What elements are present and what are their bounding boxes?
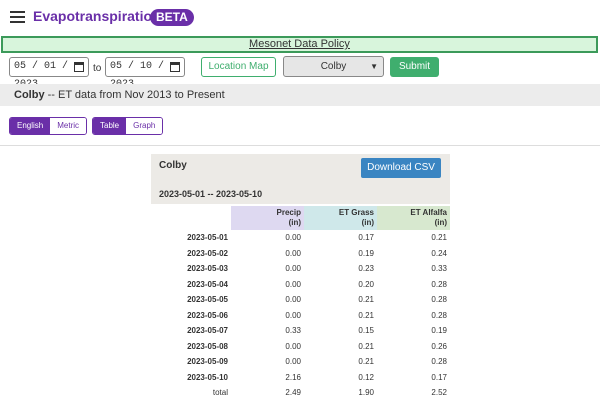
row-precip: 0.00 — [285, 295, 301, 305]
row-et-alfalfa: 0.28 — [431, 279, 447, 289]
row-precip: 0.00 — [285, 310, 301, 320]
english-button[interactable]: English — [10, 118, 51, 134]
row-et-grass: 0.21 — [358, 295, 374, 305]
row-et-grass: 0.23 — [358, 264, 374, 274]
station-name: Colby — [14, 89, 45, 101]
row-et-alfalfa: 0.26 — [431, 341, 447, 351]
row-precip: 2.16 — [285, 372, 301, 382]
app-title: Evapotranspiration — [33, 8, 161, 24]
table-row: 2023-05-05 0.00 0.21 0.28 — [151, 292, 450, 308]
table-header-row: Precip (in) ET Grass (in) ET Alfalfa (in) — [151, 206, 450, 230]
row-et-alfalfa: 0.17 — [431, 372, 447, 382]
results-card-header: Colby Download CSV 2023-05-01 -- 2023-05… — [151, 154, 450, 204]
view-toggle: Table Graph — [92, 117, 164, 135]
total-et-grass: 1.90 — [358, 388, 374, 398]
row-et-grass: 0.12 — [358, 372, 374, 382]
metric-button[interactable]: Metric — [50, 118, 87, 134]
row-date: 2023-05-03 — [187, 264, 228, 274]
station-info-bar: Colby -- ET data from Nov 2013 to Presen… — [0, 84, 600, 106]
start-date-input[interactable]: 05 / 01 / 2023 — [9, 57, 89, 90]
row-et-alfalfa: 0.28 — [431, 310, 447, 320]
graph-view-button[interactable]: Graph — [126, 118, 163, 134]
table-row: 2023-05-07 0.33 0.15 0.19 — [151, 323, 450, 339]
row-et-alfalfa: 0.28 — [431, 357, 447, 367]
row-date: 2023-05-09 — [187, 357, 228, 367]
row-et-alfalfa: 0.33 — [431, 264, 447, 274]
row-et-grass: 0.21 — [358, 310, 374, 320]
table-row: 2023-05-01 0.00 0.17 0.21 — [151, 230, 450, 246]
calendar-icon[interactable] — [170, 62, 180, 72]
location-map-button[interactable]: Location Map — [201, 57, 276, 77]
station-select[interactable]: Colby ▼ — [283, 56, 384, 77]
table-row: 2023-05-10 2.16 0.12 0.17 — [151, 370, 450, 386]
row-et-grass: 0.17 — [358, 233, 374, 243]
et-alfalfa-column-header: ET Alfalfa (in) — [377, 206, 450, 230]
row-et-alfalfa: 0.24 — [431, 248, 447, 258]
row-date: 2023-05-10 — [187, 372, 228, 382]
row-precip: 0.33 — [285, 326, 301, 336]
row-date: 2023-05-04 — [187, 279, 228, 289]
row-date: 2023-05-07 — [187, 326, 228, 336]
chevron-down-icon: ▼ — [370, 62, 378, 71]
row-date: 2023-05-02 — [187, 248, 228, 258]
precip-column-header: Precip (in) — [231, 206, 304, 230]
policy-banner: Mesonet Data Policy — [1, 36, 598, 53]
total-precip: 2.49 — [285, 388, 301, 398]
beta-badge: BETA — [150, 9, 194, 26]
row-et-grass: 0.20 — [358, 279, 374, 289]
end-date-input[interactable]: 05 / 10 / 2023 — [105, 57, 185, 90]
total-et-alfalfa: 2.52 — [431, 388, 447, 398]
units-toggle: English Metric — [9, 117, 88, 135]
download-csv-button[interactable]: Download CSV — [361, 158, 441, 178]
et-grass-column-header: ET Grass (in) — [304, 206, 377, 230]
row-et-grass: 0.19 — [358, 248, 374, 258]
row-date: 2023-05-01 — [187, 233, 228, 243]
row-et-grass: 0.21 — [358, 357, 374, 367]
row-et-alfalfa: 0.21 — [431, 233, 447, 243]
table-row: 2023-05-08 0.00 0.21 0.26 — [151, 339, 450, 355]
date-column-header — [151, 206, 231, 230]
top-bar: Evapotranspiration BETA — [0, 0, 600, 34]
row-et-alfalfa: 0.19 — [431, 326, 447, 336]
row-et-grass: 0.21 — [358, 341, 374, 351]
row-et-grass: 0.15 — [358, 326, 374, 336]
menu-icon[interactable] — [10, 11, 25, 23]
row-precip: 0.00 — [285, 264, 301, 274]
row-precip: 0.00 — [285, 279, 301, 289]
row-precip: 0.00 — [285, 248, 301, 258]
to-label: to — [93, 63, 102, 74]
station-select-value: Colby — [320, 61, 347, 72]
table-row: 2023-05-09 0.00 0.21 0.28 — [151, 354, 450, 370]
date-range-label: 2023-05-01 -- 2023-05-10 — [159, 189, 263, 199]
row-precip: 0.00 — [285, 233, 301, 243]
table-row: 2023-05-04 0.00 0.20 0.28 — [151, 277, 450, 293]
row-precip: 0.00 — [285, 357, 301, 367]
calendar-icon[interactable] — [74, 62, 84, 72]
et-data-table: Precip (in) ET Grass (in) ET Alfalfa (in) 2… — [151, 206, 450, 401]
row-date: 2023-05-05 — [187, 295, 228, 305]
data-policy-link[interactable]: Mesonet Data Policy — [249, 38, 350, 50]
submit-button[interactable]: Submit — [390, 57, 439, 77]
row-date: 2023-05-06 — [187, 310, 228, 320]
card-station-name: Colby — [159, 160, 187, 171]
divider — [0, 145, 600, 146]
row-precip: 0.00 — [285, 341, 301, 351]
total-label: total — [212, 388, 228, 398]
station-description: -- ET data from Nov 2013 to Present — [47, 89, 225, 101]
table-row: 2023-05-06 0.00 0.21 0.28 — [151, 308, 450, 324]
row-et-alfalfa: 0.28 — [431, 295, 447, 305]
row-date: 2023-05-08 — [187, 341, 228, 351]
total-row: total 2.49 1.90 2.52 — [151, 385, 450, 401]
table-view-button[interactable]: Table — [93, 118, 127, 134]
table-row: 2023-05-03 0.00 0.23 0.33 — [151, 261, 450, 277]
table-row: 2023-05-02 0.00 0.19 0.24 — [151, 246, 450, 262]
